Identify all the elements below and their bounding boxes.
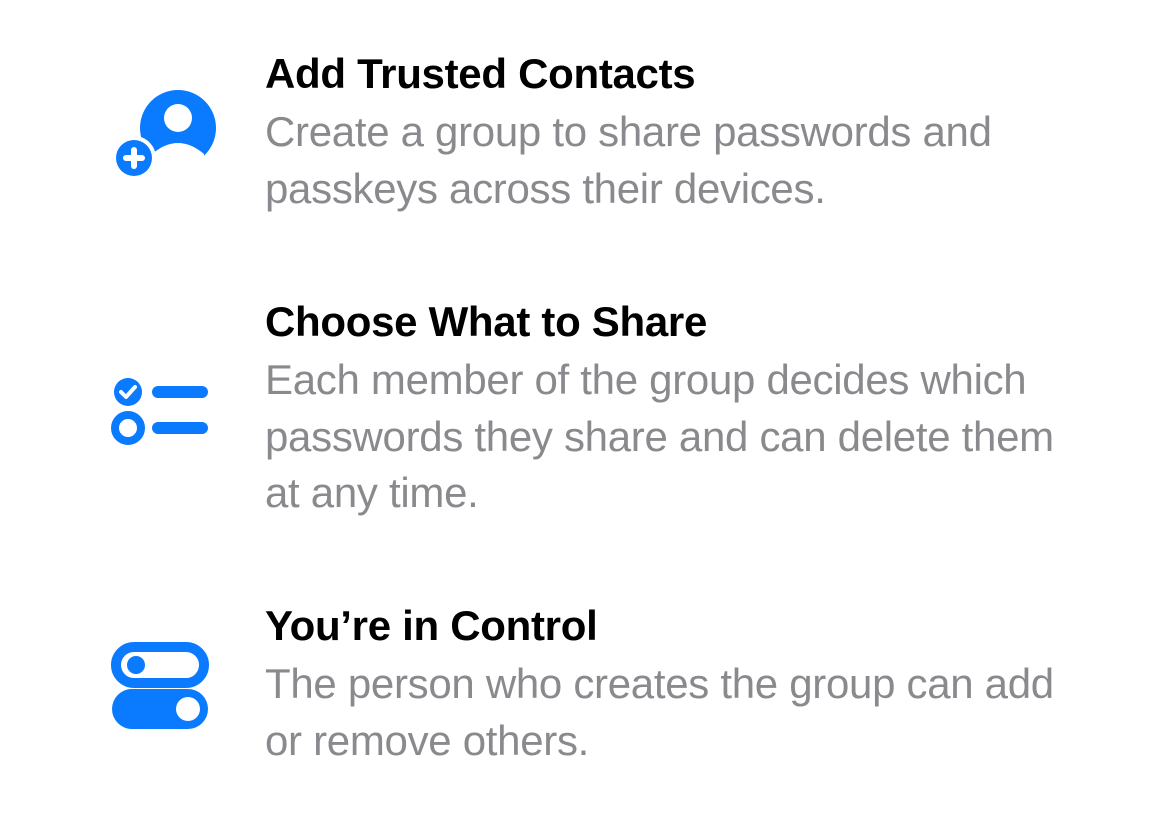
feature-text: Choose What to Share Each member of the … (265, 298, 1080, 522)
feature-title: You’re in Control (265, 602, 1080, 650)
feature-title: Add Trusted Contacts (265, 50, 1080, 98)
feature-desc: The person who creates the group can add… (265, 656, 1080, 769)
feature-title: Choose What to Share (265, 298, 1080, 346)
icon-container (110, 84, 265, 184)
add-contact-icon (110, 84, 230, 184)
checklist-icon (110, 370, 215, 450)
feature-row-in-control: You’re in Control The person who creates… (110, 602, 1080, 770)
feature-row-trusted-contacts: Add Trusted Contacts Create a group to s… (110, 50, 1080, 218)
icon-container (110, 370, 265, 450)
feature-list: Add Trusted Contacts Create a group to s… (110, 50, 1080, 770)
feature-desc: Create a group to share passwords and pa… (265, 104, 1080, 217)
toggles-icon (110, 641, 210, 731)
icon-container (110, 641, 265, 731)
feature-text: You’re in Control The person who creates… (265, 602, 1080, 770)
feature-text: Add Trusted Contacts Create a group to s… (265, 50, 1080, 218)
feature-desc: Each member of the group decides which p… (265, 352, 1080, 522)
feature-row-choose-share: Choose What to Share Each member of the … (110, 298, 1080, 522)
